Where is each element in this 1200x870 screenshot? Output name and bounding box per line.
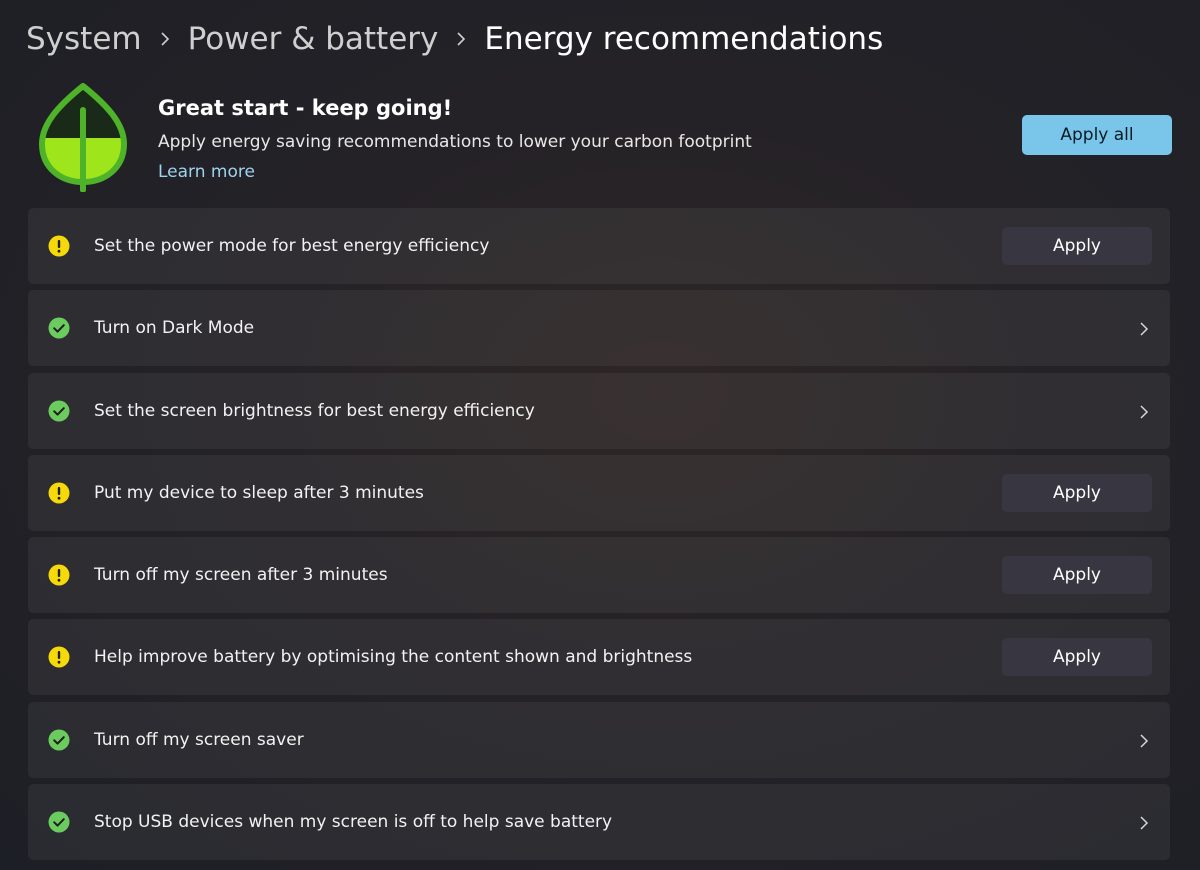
recommendation-row[interactable]: Stop USB devices when my screen is off t…: [28, 784, 1170, 861]
recommendation-label: Stop USB devices when my screen is off t…: [94, 812, 613, 833]
warning-icon: [48, 646, 70, 668]
page-title: Energy recommendations: [484, 21, 884, 57]
recommendation-label: Turn on Dark Mode: [94, 318, 255, 339]
recommendation-row: Put my device to sleep after 3 minutes Ap…: [28, 454, 1170, 531]
apply-button[interactable]: Apply: [1002, 227, 1152, 265]
hero-title: Great start - keep going!: [158, 96, 453, 120]
checkmark-icon: [48, 729, 70, 751]
recommendation-label: Set the screen brightness for best energ…: [94, 400, 535, 421]
apply-button[interactable]: Apply: [1002, 556, 1152, 595]
checkmark-icon: [48, 400, 70, 422]
recommendation-label: Help improve battery by optimising the c…: [94, 647, 693, 668]
hero-banner: Great start - keep going! Apply energy s…: [36, 78, 1176, 194]
recommendation-row[interactable]: Set the screen brightness for best energ…: [28, 372, 1170, 449]
warning-icon: [48, 564, 70, 586]
apply-all-button[interactable]: Apply all: [1022, 115, 1172, 155]
hero-subtitle: Apply energy saving recommendations to l…: [158, 132, 752, 152]
recommendation-row[interactable]: Turn on Dark Mode: [28, 290, 1170, 367]
recommendations-list: Set the power mode for best energy effic…: [28, 208, 1170, 866]
checkmark-icon: [48, 811, 70, 833]
chevron-right-icon[interactable]: [1138, 404, 1150, 419]
recommendation-row: Set the power mode for best energy effic…: [28, 208, 1170, 284]
chevron-right-icon[interactable]: [1138, 815, 1150, 830]
recommendation-label: Turn off my screen after 3 minutes: [94, 565, 388, 586]
recommendation-label: Put my device to sleep after 3 minutes: [94, 482, 424, 503]
breadcrumb: System Power & battery Energy recommenda…: [26, 14, 883, 64]
chevron-right-icon[interactable]: [1138, 321, 1150, 336]
chevron-right-icon[interactable]: [1138, 733, 1150, 748]
learn-more-link[interactable]: Learn more: [158, 162, 255, 182]
warning-icon: [48, 235, 70, 257]
apply-button[interactable]: Apply: [1002, 638, 1152, 677]
chevron-right-icon: [438, 32, 484, 46]
breadcrumb-system[interactable]: System: [26, 21, 142, 57]
apply-button[interactable]: Apply: [1002, 473, 1152, 512]
breadcrumb-power-battery[interactable]: Power & battery: [188, 21, 439, 57]
warning-icon: [48, 482, 70, 504]
recommendation-label: Set the power mode for best energy effic…: [94, 236, 490, 256]
recommendation-label: Turn off my screen saver: [94, 729, 304, 750]
checkmark-icon: [48, 317, 70, 339]
recommendation-row: Turn off my screen after 3 minutes Apply: [28, 537, 1170, 614]
chevron-right-icon: [142, 32, 188, 46]
recommendation-row[interactable]: Turn off my screen saver: [28, 701, 1170, 778]
leaf-icon: [39, 83, 127, 192]
recommendation-row: Help improve battery by optimising the c…: [28, 619, 1170, 696]
